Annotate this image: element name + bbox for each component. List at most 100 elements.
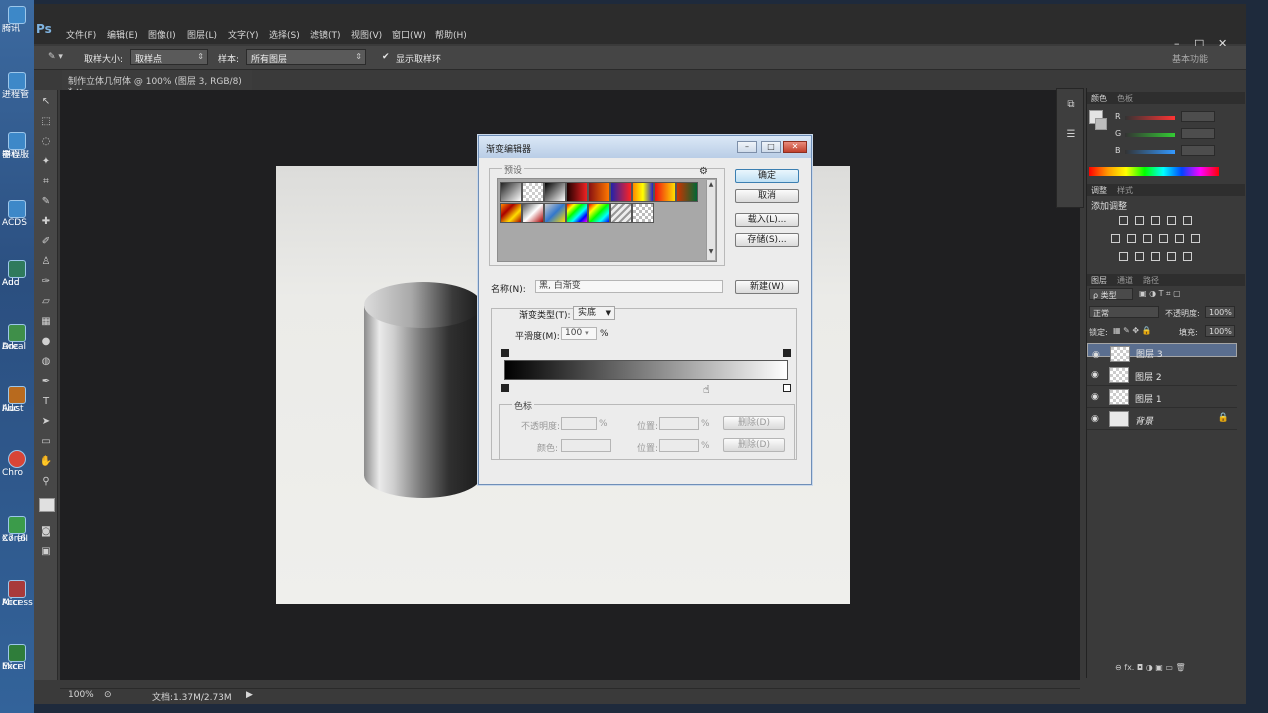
opacity-stop-right[interactable]	[783, 349, 791, 357]
blue-value[interactable]	[1181, 145, 1215, 156]
screen-mode-icon[interactable]: ▣	[39, 546, 53, 557]
document-tab[interactable]: 制作立体几何体 @ 100% (图层 3, RGB/8) * ×	[62, 70, 252, 97]
menu-window[interactable]: 窗口(W)	[392, 28, 426, 41]
menu-file[interactable]: 文件(F)	[66, 28, 96, 41]
load-button[interactable]: 载入(L)...	[735, 213, 799, 227]
fill-input[interactable]: 100%	[1205, 325, 1235, 337]
history-panel-icon[interactable]: ⧉	[1064, 99, 1078, 110]
color-stop-left[interactable]	[501, 384, 509, 392]
foreground-color-swatch[interactable]	[39, 498, 55, 512]
menu-filter[interactable]: 滤镜(T)	[310, 28, 341, 41]
layer-row-3[interactable]: ◉ 图层 3	[1087, 343, 1237, 362]
menu-view[interactable]: 视图(V)	[351, 28, 382, 41]
desktop-icon-acdsee[interactable]: ACDS	[2, 200, 32, 228]
tab-channels[interactable]: 通道	[1117, 275, 1133, 286]
posterize-icon[interactable]	[1135, 252, 1144, 261]
preset-swatch[interactable]	[654, 182, 676, 202]
hand-tool-icon[interactable]: ✋	[39, 456, 53, 467]
invert-icon[interactable]	[1119, 252, 1128, 261]
preset-swatch[interactable]	[522, 182, 544, 202]
channel-mixer-icon[interactable]	[1175, 234, 1184, 243]
dialog-maximize-button[interactable]: □	[761, 141, 781, 153]
delete-color-stop-button[interactable]: 删除(D)	[723, 438, 785, 452]
status-menu-arrow-icon[interactable]: ▶	[246, 690, 253, 700]
desktop-icon-excel[interactable]: Micr Excel	[2, 644, 32, 672]
red-slider[interactable]: R	[1087, 111, 1245, 124]
path-select-tool-icon[interactable]: ➤	[39, 416, 53, 427]
dialog-minimize-button[interactable]: –	[737, 141, 757, 153]
menu-edit[interactable]: 编辑(E)	[107, 28, 138, 41]
quick-select-tool-icon[interactable]: ✦	[39, 156, 53, 167]
selective-color-icon[interactable]	[1183, 252, 1192, 261]
menu-image[interactable]: 图像(I)	[148, 28, 176, 41]
eraser-tool-icon[interactable]: ▱	[39, 296, 53, 307]
desktop-icon-process[interactable]: 进程管	[2, 72, 32, 100]
scroll-up-icon[interactable]: ▲	[707, 180, 715, 189]
zoom-level[interactable]: 100%	[68, 690, 94, 700]
preset-swatch[interactable]	[544, 182, 566, 202]
gradient-map-icon[interactable]	[1167, 252, 1176, 261]
green-slider[interactable]: G	[1087, 128, 1245, 141]
desktop-icon-dreamweaver[interactable]: Adc Dreal	[2, 324, 32, 352]
crop-tool-icon[interactable]: ⌗	[39, 176, 53, 187]
opacity-input[interactable]: 100%	[1205, 306, 1235, 318]
preset-swatch[interactable]	[588, 203, 610, 223]
lock-icons[interactable]: ▦ ✎ ✥ 🔒	[1113, 326, 1152, 335]
threshold-icon[interactable]	[1151, 252, 1160, 261]
dodge-tool-icon[interactable]: ◍	[39, 356, 53, 367]
healing-brush-tool-icon[interactable]: ✚	[39, 216, 53, 227]
green-value[interactable]	[1181, 128, 1215, 139]
visibility-eye-icon[interactable]: ◉	[1091, 392, 1099, 402]
save-button[interactable]: 存储(S)...	[735, 233, 799, 247]
desktop-icon-server[interactable]: 中心服 器程	[2, 132, 32, 160]
tab-swatches[interactable]: 色板	[1117, 93, 1133, 104]
preset-swatch[interactable]	[610, 182, 632, 202]
desktop-icon-access[interactable]: Micr Access	[2, 580, 33, 608]
sample-select[interactable]: 所有图层 ⇕	[246, 49, 366, 65]
eyedropper-tool-icon[interactable]: ✎	[39, 196, 53, 207]
preset-swatch[interactable]	[632, 182, 654, 202]
pen-tool-icon[interactable]: ✒	[39, 376, 53, 387]
stop-opacity-location-input[interactable]	[659, 417, 699, 430]
gradient-name-field[interactable]: 黑, 白渐变	[535, 280, 723, 293]
history-brush-tool-icon[interactable]: ✑	[39, 276, 53, 287]
preset-swatch[interactable]	[566, 182, 588, 202]
preset-swatch[interactable]	[676, 182, 698, 202]
color-spectrum[interactable]	[1089, 167, 1219, 176]
photo-filter-icon[interactable]	[1159, 234, 1168, 243]
color-lookup-icon[interactable]	[1191, 234, 1200, 243]
desktop-icon-audition[interactable]: Adc Aud	[2, 260, 32, 288]
menu-help[interactable]: 帮助(H)	[435, 28, 467, 41]
delete-opacity-stop-button[interactable]: 删除(D)	[723, 416, 785, 430]
ok-button[interactable]: 确定	[735, 169, 799, 183]
color-balance-icon[interactable]	[1127, 234, 1136, 243]
gear-icon[interactable]: ⚙	[699, 166, 708, 177]
chevron-down-icon[interactable]: ▾	[585, 329, 589, 337]
preset-swatch[interactable]	[610, 203, 632, 223]
stamp-tool-icon[interactable]: ♙	[39, 256, 53, 267]
visibility-eye-icon[interactable]: ◉	[1092, 349, 1100, 361]
shape-tool-icon[interactable]: ▭	[39, 436, 53, 447]
desktop-icon-qq[interactable]: 腾讯	[2, 6, 32, 34]
type-tool-icon[interactable]: T	[39, 396, 53, 407]
preset-swatch[interactable]	[500, 182, 522, 202]
layer-filter-select[interactable]: ρ 类型	[1089, 288, 1133, 300]
dialog-close-button[interactable]: ✕	[783, 141, 807, 153]
tab-paths[interactable]: 路径	[1143, 275, 1159, 286]
exposure-icon[interactable]	[1167, 216, 1176, 225]
preset-swatch[interactable]	[566, 203, 588, 223]
black-white-icon[interactable]	[1143, 234, 1152, 243]
gradient-tool-icon[interactable]: ▦	[39, 316, 53, 327]
dialog-titlebar[interactable]: 渐变编辑器 – □ ✕	[479, 136, 811, 158]
preset-swatch[interactable]	[522, 203, 544, 223]
blur-tool-icon[interactable]: ●	[39, 336, 53, 347]
desktop-icon-coreldraw[interactable]: CorelI X7 (6	[2, 516, 32, 544]
gradient-type-select[interactable]: 实底 ▼	[573, 306, 615, 320]
quick-mask-icon[interactable]: ◙	[39, 526, 53, 537]
move-tool-icon[interactable]: ↖	[39, 96, 53, 107]
brightness-icon[interactable]	[1119, 216, 1128, 225]
menu-layer[interactable]: 图层(L)	[187, 28, 217, 41]
stop-color-swatch[interactable]	[561, 439, 611, 452]
zoom-tool-icon[interactable]: ⚲	[39, 476, 53, 487]
sample-size-select[interactable]: 取样点 ⇕	[130, 49, 208, 65]
